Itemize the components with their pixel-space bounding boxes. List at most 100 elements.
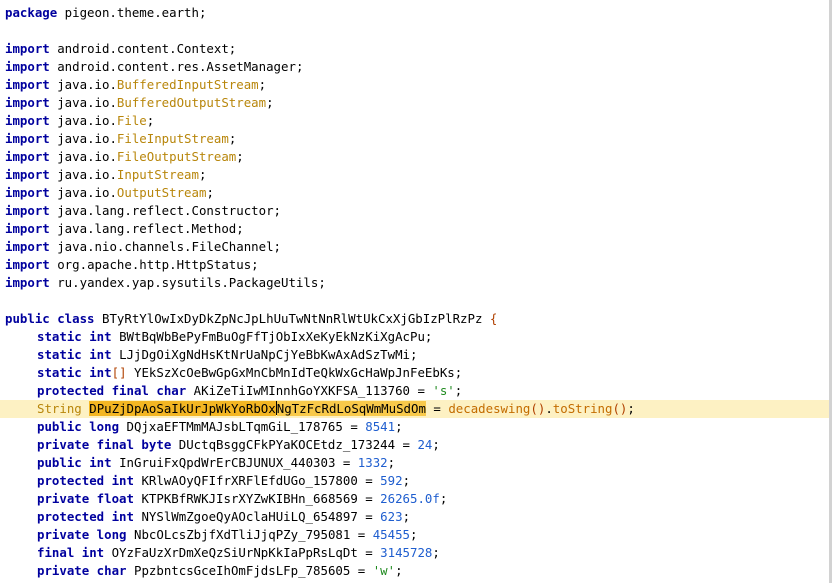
semicolon: ; <box>410 527 418 542</box>
field-line[interactable]: protected int NYSlWmZgoeQyAOclaHUiLQ_654… <box>0 508 829 526</box>
parens: () <box>612 401 628 416</box>
type-name: BufferedOutputStream <box>116 95 267 110</box>
field-name: AKiZeTiIwMInnhGoYXKFSA_113760 = <box>186 383 433 398</box>
literal-value: 8541 <box>365 419 396 434</box>
code-line[interactable]: import java.io.BufferedOutputStream; <box>0 94 829 112</box>
package-path: java.io. <box>49 113 117 128</box>
field-line[interactable]: final int OYzFaUzXrDmXeQzSiUrNpKkIaPpRsL… <box>0 544 829 562</box>
code-line[interactable]: import java.io.FileOutputStream; <box>0 148 829 166</box>
semicolon: ; <box>432 437 440 452</box>
field-line[interactable]: private char PpzbntcsGceIhOmFjdsLFp_7856… <box>0 562 829 580</box>
assign: = <box>425 401 449 416</box>
code-line[interactable]: public class BTyRtYlOwIxDyDkZpNcJpLhUuTw… <box>0 310 829 328</box>
code-line[interactable]: import java.lang.reflect.Constructor; <box>0 202 829 220</box>
package-path: java.io. <box>49 77 117 92</box>
current-line[interactable]: String DPuZjDpAoSaIkUrJpWkYoRbOxNgTzFcRd… <box>0 400 829 418</box>
semicolon: ; <box>198 167 207 182</box>
semicolon: ; <box>146 113 155 128</box>
package-path: java.io. <box>49 167 117 182</box>
field-name: DQjxaEFTMmMAJsbLTqmGiL_178765 = <box>119 419 366 434</box>
field-name: KTPKBfRWKJIsrXYZwKIBHn_668569 = <box>133 491 381 506</box>
field-line[interactable]: protected final char AKiZeTiIwMInnhGoYXK… <box>0 382 829 400</box>
keyword: import <box>5 257 50 272</box>
modifiers: protected int <box>37 473 134 488</box>
code-line[interactable]: import org.apache.http.HttpStatus; <box>0 256 829 274</box>
semicolon: ; <box>395 563 403 578</box>
type-name: String <box>37 401 82 416</box>
code-line[interactable]: import android.content.res.AssetManager; <box>0 58 829 76</box>
selected-identifier[interactable]: DPuZjDpAoSaIkUrJpWkYoRbOx <box>89 401 276 416</box>
selected-identifier-tail[interactable]: NgTzFcRdLoSqWmMuSdOm <box>276 401 426 416</box>
code-line[interactable]: package pigeon.theme.earth; <box>0 4 829 22</box>
dot: . <box>545 401 553 416</box>
modifiers: private final byte <box>37 437 172 452</box>
field-line[interactable]: private long NbcOLcsZbjfXdTliJjqPZy_7950… <box>0 526 829 544</box>
modifiers: private float <box>37 491 134 506</box>
keyword: public class <box>5 311 95 326</box>
type-name: File <box>116 113 147 128</box>
statement-text: ru.yandex.yap.sysutils.PackageUtils; <box>49 275 326 290</box>
field-name: LJjDgOiXgNdHsKtNrUaNpCjYeBbKwAxAdSzTwMi; <box>111 347 418 362</box>
code-line[interactable]: import java.io.FileInputStream; <box>0 130 829 148</box>
literal-value: 24 <box>417 437 433 452</box>
modifiers: static int <box>37 329 112 344</box>
semicolon: ; <box>228 131 237 146</box>
code-line[interactable]: import android.content.Context; <box>0 40 829 58</box>
code-line[interactable]: import java.io.File; <box>0 112 829 130</box>
field-line[interactable]: static int LJjDgOiXgNdHsKtNrUaNpCjYeBbKw… <box>0 346 829 364</box>
type-name: OutputStream <box>116 185 207 200</box>
semicolon: ; <box>402 473 411 488</box>
literal-value: 592 <box>380 473 403 488</box>
semicolon: ; <box>258 77 267 92</box>
field-name: PpzbntcsGceIhOmFjdsLFp_785605 = <box>126 563 373 578</box>
modifiers: static int <box>37 347 112 362</box>
field-line[interactable]: protected int KRlwAOyQFIfrXRFlEfdUGo_157… <box>0 472 829 490</box>
literal-value: 1332 <box>357 455 388 470</box>
code-editor[interactable]: package pigeon.theme.earth; import androi… <box>0 0 832 583</box>
code-line[interactable]: import java.nio.channels.FileChannel; <box>0 238 829 256</box>
modifiers: static int <box>37 365 112 380</box>
keyword: import <box>5 77 50 92</box>
keyword: import <box>5 275 50 290</box>
literal-value: 45455 <box>372 527 411 542</box>
semicolon: ; <box>627 401 635 416</box>
keyword: import <box>5 95 50 110</box>
literal-value: 26265.0f <box>380 491 440 506</box>
code-line[interactable]: import java.lang.reflect.Method; <box>0 220 829 238</box>
type-name: BufferedInputStream <box>116 77 259 92</box>
semicolon: ; <box>432 545 440 560</box>
field-line[interactable]: public long DQjxaEFTMmMAJsbLTqmGiL_17876… <box>0 418 829 436</box>
modifiers: public int <box>37 455 112 470</box>
type-name: FileOutputStream <box>116 149 237 164</box>
semicolon: ; <box>266 95 274 110</box>
literal-value: 'w' <box>372 563 396 578</box>
literal-value: 623 <box>380 509 403 524</box>
semicolon: ; <box>402 509 411 524</box>
literal-value: 's' <box>432 383 455 398</box>
keyword: import <box>5 131 50 146</box>
code-line[interactable]: import java.io.BufferedInputStream; <box>0 76 829 94</box>
code-line[interactable] <box>0 292 829 310</box>
code-line[interactable]: import java.io.OutputStream; <box>0 184 829 202</box>
method-call: toString <box>552 401 613 416</box>
semicolon: ; <box>439 491 448 506</box>
keyword: import <box>5 221 50 236</box>
semicolon: ; <box>387 455 396 470</box>
modifiers: protected int <box>37 509 134 524</box>
field-line[interactable]: public int InGruiFxQpdWrErCBJUNUX_440303… <box>0 454 829 472</box>
field-name: InGruiFxQpdWrErCBJUNUX_440303 = <box>111 455 358 470</box>
code-line[interactable] <box>0 22 829 40</box>
package-path: java.io. <box>49 149 117 164</box>
statement-text: android.content.Context; <box>49 41 237 56</box>
field-line[interactable]: private float KTPKBfRWKJIsrXYZwKIBHn_668… <box>0 490 829 508</box>
field-line[interactable]: static int[] YEkSzXcOeBwGpGxMnCbMnIdTeQk… <box>0 364 829 382</box>
array-brackets: [] <box>111 365 127 380</box>
code-line[interactable]: import ru.yandex.yap.sysutils.PackageUti… <box>0 274 829 292</box>
field-line[interactable]: private final byte DUctqBsggCFkPYaKOCEtd… <box>0 436 829 454</box>
code-line[interactable]: import java.io.InputStream; <box>0 166 829 184</box>
statement-text: java.lang.reflect.Method; <box>49 221 244 236</box>
field-name: OYzFaUzXrDmXeQzSiUrNpKkIaPpRsLqDt = <box>104 545 381 560</box>
field-line[interactable]: static int BWtBqWbBePyFmBuOgFfTjObIxXeKy… <box>0 328 829 346</box>
keyword: import <box>5 113 50 128</box>
semicolon: ; <box>454 383 463 398</box>
